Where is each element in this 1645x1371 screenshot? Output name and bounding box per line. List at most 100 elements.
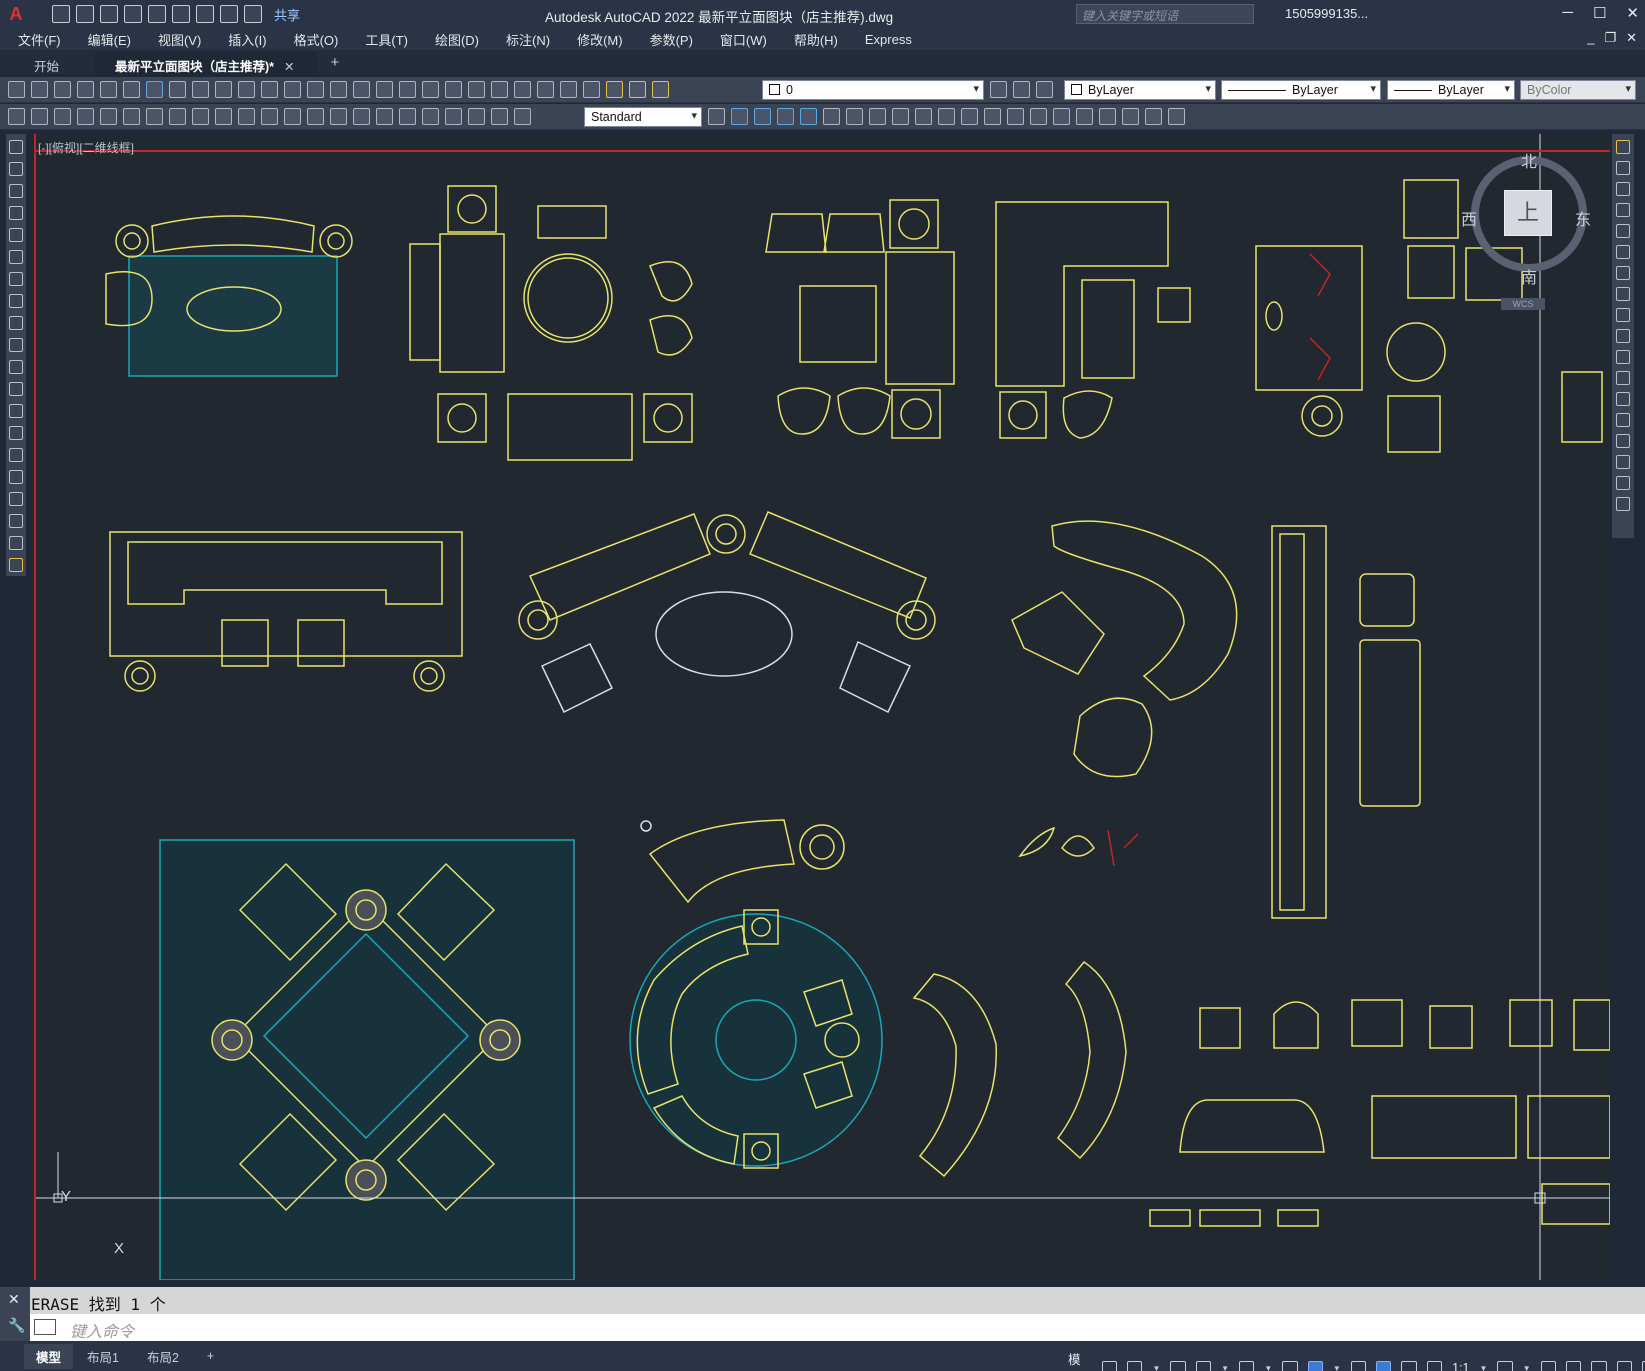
menu-tools[interactable]: 工具(T) <box>365 30 408 49</box>
jogged-dimension-icon[interactable] <box>192 108 209 125</box>
minimize-icon[interactable]: ─ <box>1562 4 1573 22</box>
command-recent-icon[interactable] <box>34 1319 56 1335</box>
new-icon[interactable] <box>52 5 70 23</box>
linear-dimension-icon[interactable] <box>77 108 94 125</box>
annotation-monitor-icon[interactable] <box>1540 1361 1557 1371</box>
quick-properties-icon[interactable] <box>1591 1361 1607 1371</box>
move-tool-icon[interactable] <box>1616 245 1630 259</box>
hatch-tool-icon[interactable] <box>9 448 23 462</box>
color-dropdown[interactable]: ByLayer ▾ <box>1064 80 1216 100</box>
tolerance-icon[interactable] <box>376 108 393 125</box>
compass-east[interactable]: 东 <box>1575 206 1591 230</box>
layer-lock-icon[interactable] <box>652 81 669 98</box>
ungroup-icon[interactable] <box>31 108 48 125</box>
break-tool-icon[interactable] <box>1616 392 1630 406</box>
doc-close-icon[interactable]: ✕ <box>1626 30 1637 46</box>
viewcube-top-face[interactable]: 上 <box>1504 190 1552 236</box>
command-close-icon[interactable]: ✕ <box>8 1291 20 1308</box>
auto-scale-icon[interactable] <box>1401 1361 1417 1371</box>
undo-icon[interactable] <box>220 5 238 23</box>
spline-tool-icon[interactable] <box>9 316 23 330</box>
toolbar-undo-icon[interactable] <box>284 81 301 98</box>
chevron-down-icon[interactable]: ▼ <box>1264 1364 1272 1371</box>
draw-order-back-icon[interactable] <box>754 108 771 125</box>
scale-tool-icon[interactable] <box>1616 287 1630 301</box>
tab-close-icon[interactable]: ✕ <box>284 60 294 74</box>
layer-manager-icon[interactable] <box>583 81 600 98</box>
erase-tool-icon[interactable] <box>1616 140 1630 154</box>
compass-north[interactable]: 北 <box>1521 148 1537 172</box>
redo-icon[interactable] <box>244 5 262 23</box>
make-block-icon[interactable] <box>9 404 23 418</box>
tab-active-drawing[interactable]: 最新平立面图块（店主推荐)* ✕ <box>95 52 317 74</box>
menu-edit[interactable]: 编辑(E) <box>88 30 131 49</box>
menu-file[interactable]: 文件(F) <box>18 30 61 49</box>
calculator-icon[interactable] <box>537 81 554 98</box>
aligned-dimension-icon[interactable] <box>100 108 117 125</box>
stretch-tool-icon[interactable] <box>1616 308 1630 322</box>
cut-icon[interactable] <box>169 81 186 98</box>
help-icon[interactable] <box>560 81 577 98</box>
workspace-gear-icon[interactable] <box>1497 1361 1513 1371</box>
menu-insert[interactable]: 插入(I) <box>228 30 266 49</box>
add-selected-icon[interactable] <box>9 558 23 572</box>
polygon-tool-icon[interactable] <box>9 206 23 220</box>
ordinate-dimension-icon[interactable] <box>146 108 163 125</box>
hatch-to-back-icon[interactable] <box>846 108 863 125</box>
center-mark-icon[interactable] <box>399 108 416 125</box>
isodraft-icon[interactable] <box>1238 1361 1255 1371</box>
modify-properties-icon[interactable] <box>869 108 886 125</box>
chevron-down-icon[interactable]: ▼ <box>1523 1364 1531 1371</box>
menu-view[interactable]: 视图(V) <box>158 30 201 49</box>
layout-tab-2[interactable]: 布局2 <box>133 1347 193 1366</box>
plot-toolbar-icon[interactable] <box>77 81 94 98</box>
toolbar-redo-icon[interactable] <box>307 81 324 98</box>
draw-order-front-icon[interactable] <box>731 108 748 125</box>
quick-dimension-icon[interactable] <box>261 108 278 125</box>
match-properties-icon[interactable] <box>238 81 255 98</box>
rectangle-tool-icon[interactable] <box>9 228 23 242</box>
modify-multiline-icon[interactable] <box>961 108 978 125</box>
join-tool-icon[interactable] <box>1616 413 1630 427</box>
table-tool-icon[interactable] <box>9 514 23 528</box>
menu-draw[interactable]: 绘图(D) <box>435 30 479 49</box>
annotation-visibility-icon[interactable] <box>1376 1361 1392 1371</box>
block-attribute-manager-icon[interactable] <box>1007 108 1024 125</box>
group-icon[interactable] <box>8 108 25 125</box>
layout-tab-1[interactable]: 布局1 <box>73 1347 133 1366</box>
paste-icon[interactable] <box>215 81 232 98</box>
scale-label[interactable]: 1:1 <box>1452 1361 1469 1371</box>
angular-dimension-icon[interactable] <box>238 108 255 125</box>
baseline-dimension-icon[interactable] <box>284 108 301 125</box>
polar-icon[interactable] <box>1195 1361 1212 1371</box>
radius-dimension-icon[interactable] <box>169 108 186 125</box>
menu-parametric[interactable]: 参数(P) <box>650 30 693 49</box>
dimension-update-icon[interactable] <box>514 108 531 125</box>
dimension-text-edit-icon[interactable] <box>491 108 508 125</box>
tool-palettes-icon[interactable] <box>468 81 485 98</box>
doc-minimize-icon[interactable]: _ <box>1587 30 1594 46</box>
make-current-layer-icon[interactable] <box>990 81 1007 98</box>
insert-block-tool-icon[interactable] <box>9 382 23 396</box>
command-customize-icon[interactable]: 🔧 <box>8 1317 25 1334</box>
continue-dimension-icon[interactable] <box>307 108 324 125</box>
layout-tab-model[interactable]: 模型 <box>24 1343 74 1369</box>
layer-on-icon[interactable] <box>606 81 623 98</box>
viewport-label[interactable]: [-][俯视][二维线框] <box>38 139 134 156</box>
save-icon[interactable] <box>100 5 118 23</box>
dimension-edit-icon[interactable] <box>468 108 485 125</box>
draw-order-above-icon[interactable] <box>777 108 794 125</box>
blend-curves-icon[interactable] <box>1616 476 1630 490</box>
zoom-previous-icon[interactable] <box>399 81 416 98</box>
menu-format[interactable]: 格式(O) <box>294 30 339 49</box>
revision-cloud-icon[interactable] <box>9 294 23 308</box>
publish-icon[interactable] <box>123 81 140 98</box>
line-tool-icon[interactable] <box>9 140 23 154</box>
layer-freeze-icon[interactable] <box>629 81 646 98</box>
zoom-window-icon[interactable] <box>376 81 393 98</box>
qnew-icon[interactable] <box>8 81 25 98</box>
plotstyle-dropdown[interactable]: ByColor ▾ <box>1520 80 1636 100</box>
layer-states-icon[interactable] <box>1036 81 1053 98</box>
maximize-icon[interactable]: ☐ <box>1593 4 1606 22</box>
autocad-logo-icon[interactable]: A <box>0 0 32 28</box>
